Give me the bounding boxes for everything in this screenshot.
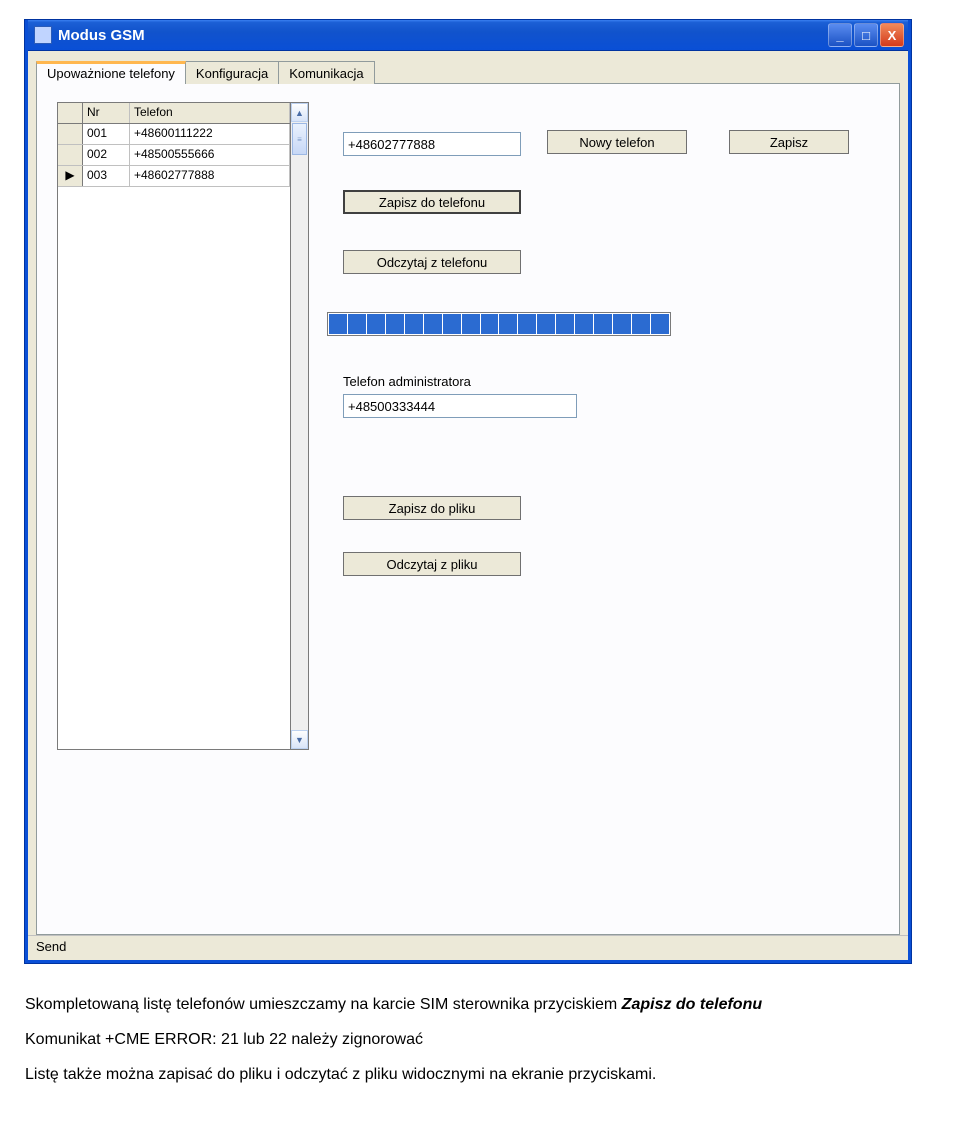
grid-header-tel[interactable]: Telefon <box>130 103 290 123</box>
row-nr: 002 <box>83 145 130 165</box>
scroll-up-button[interactable]: ▲ <box>291 103 308 122</box>
scroll-track[interactable] <box>291 155 308 730</box>
progress-segment <box>424 314 442 334</box>
close-icon: X <box>888 28 897 43</box>
progress-segment <box>329 314 347 334</box>
grid-header-row: Nr Telefon <box>58 103 290 124</box>
row-tel: +48500555666 <box>130 145 290 165</box>
scroll-down-button[interactable]: ▼ <box>291 730 308 749</box>
progress-segment <box>348 314 366 334</box>
minimize-icon: _ <box>836 28 843 43</box>
read-from-phone-button[interactable]: Odczytaj z telefonu <box>343 250 521 274</box>
document-text: Skompletowaną listę telefonów umieszczam… <box>25 993 935 1087</box>
row-nr: 001 <box>83 124 130 144</box>
tabstrip: Upoważnione telefony Konfiguracja Komuni… <box>36 57 900 84</box>
tab-communication[interactable]: Komunikacja <box>278 61 374 84</box>
status-bar: Send <box>28 935 908 960</box>
table-row[interactable]: ▶ 003 +48602777888 <box>58 166 290 187</box>
row-nr: 003 <box>83 166 130 186</box>
progress-segment <box>367 314 385 334</box>
progress-segment <box>613 314 631 334</box>
row-marker <box>58 145 83 165</box>
progress-segment <box>556 314 574 334</box>
maximize-icon: □ <box>862 28 870 43</box>
progress-segment <box>481 314 499 334</box>
progress-segment <box>405 314 423 334</box>
new-phone-button[interactable]: Nowy telefon <box>547 130 687 154</box>
tab-label: Konfiguracja <box>196 66 268 81</box>
chevron-down-icon: ▼ <box>295 735 304 745</box>
doc-paragraph-3: Listę także można zapisać do pliku i odc… <box>25 1063 935 1088</box>
progress-bar <box>327 312 671 336</box>
admin-phone-input[interactable] <box>343 394 577 418</box>
maximize-button[interactable]: □ <box>854 23 878 47</box>
grid-header-nr[interactable]: Nr <box>83 103 130 123</box>
tab-configuration[interactable]: Konfiguracja <box>185 61 279 84</box>
row-tel: +48600111222 <box>130 124 290 144</box>
chevron-up-icon: ▲ <box>295 108 304 118</box>
titlebar[interactable]: Modus GSM _ □ X <box>28 20 908 51</box>
progress-segment <box>499 314 517 334</box>
read-from-file-button[interactable]: Odczytaj z pliku <box>343 552 521 576</box>
row-marker <box>58 124 83 144</box>
save-to-file-button[interactable]: Zapisz do pliku <box>343 496 521 520</box>
client-area: Upoważnione telefony Konfiguracja Komuni… <box>28 51 908 935</box>
tab-authorized-phones[interactable]: Upoważnione telefony <box>36 61 186 84</box>
doc-para1-button-ref: Zapisz do telefonu <box>622 996 762 1013</box>
tab-page: Nr Telefon 001 +48600111222 002 +4850055… <box>36 84 900 935</box>
progress-segment <box>518 314 536 334</box>
phone-input[interactable] <box>343 132 521 156</box>
progress-segment <box>575 314 593 334</box>
grid-header-marker <box>58 103 83 123</box>
doc-paragraph-1: Skompletowaną listę telefonów umieszczam… <box>25 993 935 1018</box>
table-row[interactable]: 001 +48600111222 <box>58 124 290 145</box>
save-button[interactable]: Zapisz <box>729 130 849 154</box>
phone-grid-wrap: Nr Telefon 001 +48600111222 002 +4850055… <box>57 102 309 750</box>
progress-segment <box>386 314 404 334</box>
doc-para1-pre: Skompletowaną listę telefonów umieszczam… <box>25 996 622 1013</box>
status-text: Send <box>36 939 66 954</box>
app-window: Modus GSM _ □ X Upoważnione telefony Kon… <box>25 20 911 963</box>
window-title: Modus GSM <box>58 27 145 44</box>
tab-label: Upoważnione telefony <box>47 66 175 81</box>
admin-phone-label: Telefon administratora <box>343 374 471 389</box>
progress-segment <box>594 314 612 334</box>
table-row[interactable]: 002 +48500555666 <box>58 145 290 166</box>
row-tel: +48602777888 <box>130 166 290 186</box>
progress-segment <box>462 314 480 334</box>
close-button[interactable]: X <box>880 23 904 47</box>
phone-grid[interactable]: Nr Telefon 001 +48600111222 002 +4850055… <box>57 102 291 750</box>
progress-segment <box>651 314 669 334</box>
tab-label: Komunikacja <box>289 66 363 81</box>
save-to-phone-button[interactable]: Zapisz do telefonu <box>343 190 521 214</box>
doc-paragraph-2: Komunikat +CME ERROR: 21 lub 22 należy z… <box>25 1028 935 1053</box>
row-marker-current: ▶ <box>58 166 83 186</box>
scroll-thumb[interactable]: ≡ <box>292 123 307 155</box>
progress-segment <box>632 314 650 334</box>
progress-segment <box>443 314 461 334</box>
progress-segment <box>537 314 555 334</box>
minimize-button[interactable]: _ <box>828 23 852 47</box>
app-icon <box>34 26 52 44</box>
grid-scrollbar[interactable]: ▲ ≡ ▼ <box>291 102 309 750</box>
